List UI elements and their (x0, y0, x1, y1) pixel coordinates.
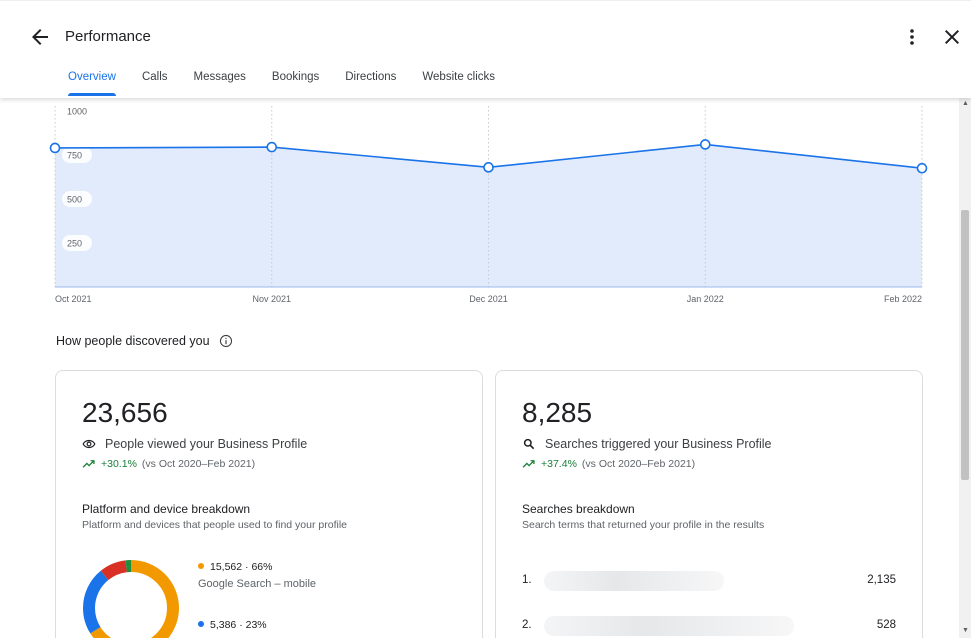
x-tick-label: Feb 2022 (884, 294, 922, 304)
x-tick-label: Jan 2022 (687, 294, 724, 304)
platform-breakdown-desc: Platform and devices that people used to… (82, 519, 347, 531)
trending-up-icon (82, 460, 95, 468)
search-term-rank: 2. (522, 619, 532, 631)
tab-website-clicks[interactable]: Website clicks (422, 71, 495, 95)
searches-breakdown-desc: Search terms that returned your profile … (522, 519, 765, 531)
x-tick-label: Nov 2021 (252, 294, 291, 304)
section-title-text: How people discovered you (56, 334, 210, 348)
chart-data-point[interactable] (49, 142, 61, 154)
legend-value: 15,562 · 66% (210, 561, 273, 573)
legend-dot (198, 563, 204, 569)
trending-up-icon (522, 460, 535, 468)
searches-breakdown-title: Searches breakdown (522, 502, 635, 516)
chart-data-point[interactable] (483, 162, 494, 173)
search-term-row: 1. 2,135 (522, 571, 896, 591)
chart-data-point[interactable] (266, 141, 278, 153)
search-icon (523, 438, 535, 450)
tab-bookings[interactable]: Bookings (272, 71, 319, 95)
views-compare: (vs Oct 2020–Feb 2021) (141, 458, 256, 470)
redacted-search-term (544, 616, 794, 636)
x-tick-label: Dec 2021 (469, 294, 508, 304)
x-tick-label: Oct 2021 (55, 294, 92, 304)
y-tick-label: 500 (67, 195, 82, 205)
searches-metric: Searches triggered your Business Profile (522, 437, 772, 451)
searches-card: 8,285 Searches triggered your Business P… (495, 370, 923, 638)
performance-chart: 1000 750 500 250 Oct 2021 Nov 2021 Dec 2021 Jan… (0, 98, 959, 313)
scrollbar-thumb[interactable] (961, 210, 969, 480)
legend-dot (198, 621, 204, 627)
search-term-rank: 1. (522, 574, 532, 586)
chart-data-point[interactable] (699, 139, 711, 150)
legend-item-second: 5,386 · 23% (198, 619, 267, 631)
searches-count: 8,285 (522, 397, 593, 428)
y-tick-label: 1000 (67, 107, 87, 117)
performance-chart-svg: 1000 750 500 250 Oct 2021 Nov 2021 Dec 2021 Jan… (49, 103, 928, 304)
scrollbar[interactable]: ▲ ▼ (959, 98, 971, 638)
search-term-count: 528 (876, 619, 896, 631)
searches-compare: (vs Oct 2020–Feb 2021) (581, 458, 696, 470)
eye-icon (82, 439, 96, 449)
views-change: +30.1% (vs Oct 2020–Feb 2021) (82, 458, 255, 470)
discovery-section-title: How people discovered you (56, 334, 233, 348)
tab-bar: Overview Calls Messages Bookings Directi… (68, 71, 521, 96)
legend-value: 5,386 · 23% (210, 619, 267, 631)
header-bar: Performance Overview Calls Messages Book… (0, 0, 971, 98)
redacted-search-term (544, 571, 724, 591)
scroll-down-arrow-icon[interactable]: ▼ (962, 627, 969, 634)
views-change-value: +30.1% (101, 458, 137, 470)
platform-donut-chart (83, 560, 179, 638)
tab-calls[interactable]: Calls (142, 71, 168, 95)
y-tick-label: 750 (67, 151, 82, 161)
close-icon[interactable] (940, 25, 964, 49)
tab-messages[interactable]: Messages (194, 71, 246, 95)
legend-item-mobile-search: 15,562 · 66% Google Search – mobile (198, 561, 316, 590)
views-metric: People viewed your Business Profile (82, 437, 307, 451)
arrow-back-icon[interactable] (28, 25, 52, 49)
searches-change-value: +37.4% (541, 458, 577, 470)
more-vert-icon[interactable] (900, 25, 924, 49)
info-icon[interactable] (219, 334, 233, 348)
scroll-up-arrow-icon[interactable]: ▲ (962, 100, 969, 107)
chart-data-point[interactable] (916, 162, 928, 174)
searches-label: Searches triggered your Business Profile (545, 437, 772, 451)
profile-views-card: 23,656 People viewed your Business Profi… (55, 370, 483, 638)
search-term-count: 2,135 (867, 574, 896, 586)
tab-overview[interactable]: Overview (68, 71, 116, 96)
search-term-row: 2. 528 (522, 616, 896, 636)
searches-change: +37.4% (vs Oct 2020–Feb 2021) (522, 458, 695, 470)
y-tick-label: 250 (67, 239, 82, 249)
tab-directions[interactable]: Directions (345, 71, 396, 95)
legend-label: Google Search – mobile (198, 578, 317, 590)
platform-breakdown-title: Platform and device breakdown (82, 502, 251, 516)
page-title: Performance (65, 28, 151, 45)
views-count: 23,656 (82, 397, 168, 428)
views-label: People viewed your Business Profile (105, 437, 308, 451)
